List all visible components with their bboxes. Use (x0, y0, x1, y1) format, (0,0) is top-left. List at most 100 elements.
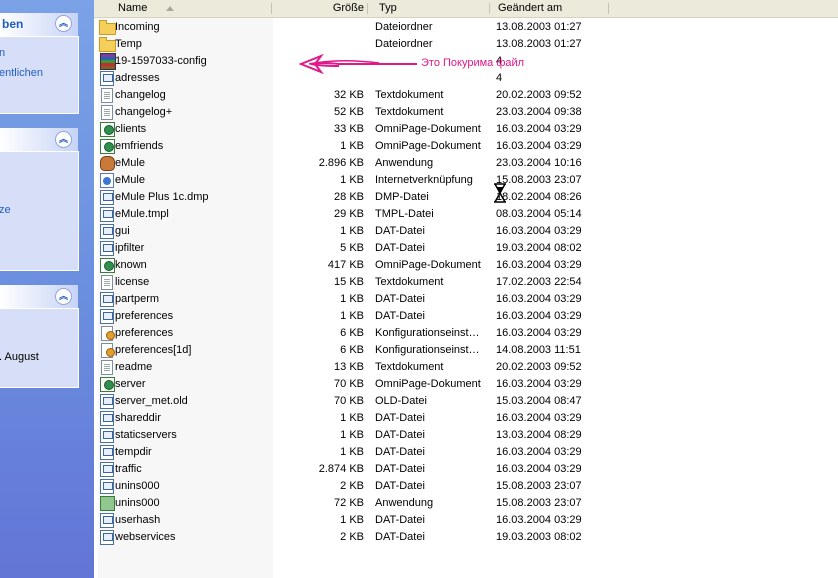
file-name: preferences[1d] (115, 344, 192, 356)
column-header-name[interactable]: Name (118, 0, 268, 17)
omnipage-file-icon (99, 376, 115, 392)
column-divider[interactable] (489, 3, 490, 14)
column-header-name-label: Name (118, 2, 148, 14)
dat-file-icon (99, 461, 115, 477)
table-row[interactable]: gui 1 KB DAT-Datei 16.03.2004 03:29 (94, 223, 838, 240)
file-name: server (115, 378, 146, 390)
task-panel-1-header[interactable]: ben ︽ (0, 13, 78, 36)
task-link-3[interactable]: ze (0, 204, 11, 216)
table-row[interactable]: staticservers 1 KB DAT-Datei 13.03.2004 08:… (94, 427, 838, 444)
table-row[interactable]: ipfilter 5 KB DAT-Datei 19.03.2004 08:02 (94, 240, 838, 257)
column-divider[interactable] (271, 3, 272, 14)
task-link-2[interactable]: entlichen (0, 67, 43, 79)
file-type: DAT-Datei (375, 463, 425, 475)
collapse-chevron-icon[interactable]: ︽ (55, 288, 72, 305)
task-panel-2-header[interactable]: ︽ (0, 128, 78, 151)
file-date: 13.08.2003 01:27 (496, 21, 582, 33)
file-size: 32 KB (334, 89, 364, 101)
file-type: DAT-Datei (375, 293, 425, 305)
column-header-size[interactable]: Größe (274, 0, 364, 17)
file-date: 23.03.2004 09:38 (496, 106, 582, 118)
table-row[interactable]: adresses 4 (94, 70, 838, 87)
file-name: 19-1597033-config (115, 55, 207, 67)
file-size: 70 KB (334, 378, 364, 390)
dat-file-icon (99, 240, 115, 256)
table-row[interactable]: server 70 KB OmniPage-Dokument 16.03.2004 0… (94, 376, 838, 393)
table-row[interactable]: changelog 32 KB Textdokument 20.02.2003 09:… (94, 87, 838, 104)
text-file-icon (99, 87, 115, 103)
dat-file-icon (99, 427, 115, 443)
folder-file-icon (99, 36, 116, 52)
shortcut-file-icon (99, 172, 115, 188)
file-type: DMP-Datei (375, 191, 429, 203)
file-date: 16.03.2004 03:29 (496, 378, 582, 390)
table-row[interactable]: eMule Plus 1c.dmp 28 KB DMP-Datei 18.02.200… (94, 189, 838, 206)
file-name: known (115, 259, 147, 271)
file-size: 1 KB (340, 174, 364, 186)
table-row[interactable]: webservices 2 KB DAT-Datei 19.03.2003 08:02 (94, 529, 838, 546)
file-type: Dateiordner (375, 21, 433, 33)
folder-file-icon (99, 19, 116, 35)
table-row[interactable]: known 417 KB OmniPage-Dokument 16.03.2004 0… (94, 257, 838, 274)
file-date: 16.03.2004 03:29 (496, 293, 582, 305)
table-row[interactable]: unins000 72 KB Anwendung 15.08.2003 23:07 (94, 495, 838, 512)
table-row[interactable]: emfriends 1 KB OmniPage-Dokument 16.03.2004… (94, 138, 838, 155)
file-name: partperm (115, 293, 160, 305)
column-header-date[interactable]: Geändert am (498, 0, 608, 17)
dat-file-icon (99, 223, 115, 239)
file-date: 20.02.2003 09:52 (496, 361, 582, 373)
collapse-chevron-icon[interactable]: ︽ (55, 15, 72, 32)
table-row[interactable]: Incoming Dateiordner 13.08.2003 01:27 (94, 19, 838, 36)
table-row[interactable]: preferences[1d] 6 KB Konfigurationseinst… 1… (94, 342, 838, 359)
file-date: 19.03.2004 08:02 (496, 242, 582, 254)
table-row[interactable]: eMule.tmpl 29 KB TMPL-Datei 08.03.2004 05:1… (94, 206, 838, 223)
annotation-arrow-icon (299, 53, 417, 75)
table-row[interactable]: eMule 1 KB Internetverknüpfung 15.08.2003 2… (94, 172, 838, 189)
file-date: 16.03.2004 03:29 (496, 446, 582, 458)
file-name: server_met.old (115, 395, 188, 407)
column-divider[interactable] (367, 3, 368, 14)
table-row[interactable]: partperm 1 KB DAT-Datei 16.03.2004 03:29 (94, 291, 838, 308)
file-name: eMule (115, 157, 145, 169)
table-row[interactable]: preferences 1 KB DAT-Datei 16.03.2004 03:29 (94, 308, 838, 325)
file-date: 19.03.2003 08:02 (496, 531, 582, 543)
setup-file-icon (99, 495, 115, 511)
table-row[interactable]: userhash 1 KB DAT-Datei 16.03.2004 03:29 (94, 512, 838, 529)
table-row[interactable]: tempdir 1 KB DAT-Datei 16.03.2004 03:29 (94, 444, 838, 461)
file-date: 16.03.2004 03:29 (496, 412, 582, 424)
file-name: emfriends (115, 140, 164, 152)
file-date: 08.03.2004 05:14 (496, 208, 582, 220)
table-row[interactable]: readme 13 KB Textdokument 20.02.2003 09:52 (94, 359, 838, 376)
task-link-1[interactable]: n (0, 47, 5, 59)
column-header-type[interactable]: Typ (379, 0, 489, 17)
file-name: eMule (115, 174, 145, 186)
table-row[interactable]: eMule 2.896 KB Anwendung 23.03.2004 10:16 (94, 155, 838, 172)
file-size: 28 KB (334, 191, 364, 203)
table-row[interactable]: preferences 6 KB Konfigurationseinst… 16.03… (94, 325, 838, 342)
table-row[interactable]: license 15 KB Textdokument 17.02.2003 22:54 (94, 274, 838, 291)
table-row[interactable]: shareddir 1 KB DAT-Datei 16.03.2004 03:29 (94, 410, 838, 427)
text-file-icon (99, 274, 115, 290)
task-panel-3-header[interactable]: ︽ (0, 285, 78, 308)
file-list-view[interactable]: Name Größe Typ Geändert am Incoming Datei… (94, 0, 838, 578)
file-name: readme (115, 361, 153, 373)
dat-file-icon (99, 189, 115, 205)
file-name: shareddir (115, 412, 161, 424)
table-row[interactable]: server_met.old 70 KB OLD-Datei 15.03.2004 0… (94, 393, 838, 410)
dat-file-icon (99, 308, 115, 324)
column-divider[interactable] (608, 3, 609, 14)
file-name: eMule Plus 1c.dmp (115, 191, 209, 203)
file-type: Dateiordner (375, 38, 433, 50)
file-name: Temp (115, 38, 142, 50)
file-size: 72 KB (334, 497, 364, 509)
collapse-chevron-icon[interactable]: ︽ (55, 131, 72, 148)
table-row[interactable]: clients 33 KB OmniPage-Dokument 16.03.2004 … (94, 121, 838, 138)
table-row[interactable]: unins000 2 KB DAT-Datei 15.08.2003 23:07 (94, 478, 838, 495)
hourglass-cursor-icon (494, 183, 506, 203)
file-date: 13.08.2003 01:27 (496, 38, 582, 50)
text-file-icon (99, 359, 115, 375)
table-row[interactable]: changelog+ 52 KB Textdokument 23.03.2004 09… (94, 104, 838, 121)
file-size: 70 KB (334, 395, 364, 407)
table-row[interactable]: Temp Dateiordner 13.08.2003 01:27 (94, 36, 838, 53)
table-row[interactable]: traffic 2.874 KB DAT-Datei 16.03.2004 03:29 (94, 461, 838, 478)
